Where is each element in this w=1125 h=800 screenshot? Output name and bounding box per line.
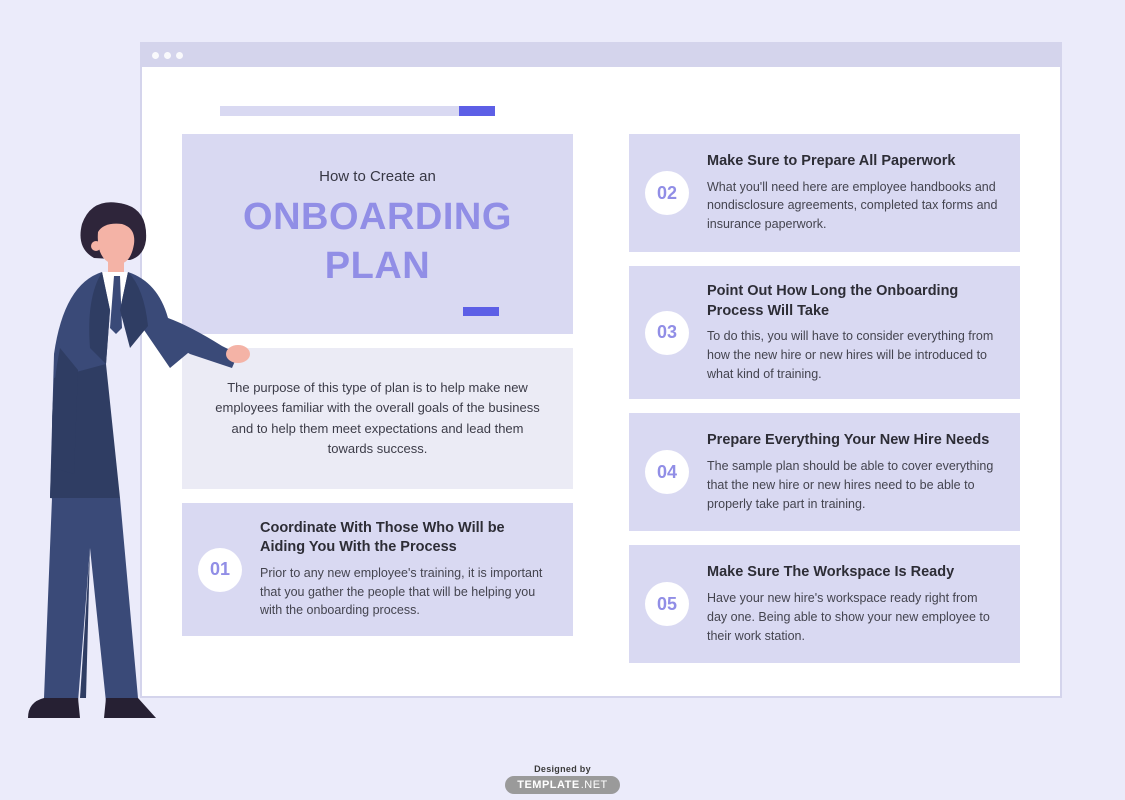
step-number: 01	[198, 548, 242, 592]
brand-name-light: .NET	[581, 779, 608, 791]
step-title: Make Sure to Prepare All Paperwork	[707, 152, 1000, 172]
brand-pill: TEMPLATE.NET	[505, 776, 620, 794]
content-area: How to Create an ONBOARDING PLAN The pur…	[182, 134, 1020, 666]
progress-bar	[220, 106, 495, 116]
step-body: Make Sure to Prepare All Paperwork What …	[707, 152, 1000, 234]
step-body: Coordinate With Those Who Will be Aiding…	[260, 519, 553, 620]
step-body: Make Sure The Workspace Is Ready Have yo…	[707, 563, 1000, 645]
step-desc: The sample plan should be able to cover …	[707, 457, 1000, 513]
step-body: Prepare Everything Your New Hire Needs T…	[707, 431, 1000, 513]
step-title: Point Out How Long the Onboarding Proces…	[707, 282, 1000, 321]
step-card-04: 04 Prepare Everything Your New Hire Need…	[629, 413, 1020, 531]
step-card-02: 02 Make Sure to Prepare All Paperwork Wh…	[629, 134, 1020, 252]
hero-accent-bar	[463, 307, 499, 316]
intro-card: The purpose of this type of plan is to h…	[182, 348, 573, 489]
progress-fill	[459, 106, 495, 116]
left-column: How to Create an ONBOARDING PLAN The pur…	[182, 134, 573, 666]
progress-track	[220, 106, 495, 116]
step-card-03: 03 Point Out How Long the Onboarding Pro…	[629, 266, 1020, 399]
window-dot-icon	[164, 52, 171, 59]
brand-name-bold: TEMPLATE	[517, 779, 579, 791]
step-number: 05	[645, 582, 689, 626]
hero-kicker: How to Create an	[202, 168, 553, 185]
step-desc: Have your new hire's workspace ready rig…	[707, 589, 1000, 645]
window-dot-icon	[176, 52, 183, 59]
step-title: Coordinate With Those Who Will be Aiding…	[260, 519, 553, 558]
step-number: 02	[645, 171, 689, 215]
step-card-01: 01 Coordinate With Those Who Will be Aid…	[182, 503, 573, 636]
step-title: Make Sure The Workspace Is Ready	[707, 563, 1000, 583]
step-title: Prepare Everything Your New Hire Needs	[707, 431, 1000, 451]
step-desc: Prior to any new employee's training, it…	[260, 564, 553, 620]
step-number: 04	[645, 450, 689, 494]
step-desc: What you'll need here are employee handb…	[707, 178, 1000, 234]
right-column: 02 Make Sure to Prepare All Paperwork Wh…	[629, 134, 1020, 666]
step-card-05: 05 Make Sure The Workspace Is Ready Have…	[629, 545, 1020, 663]
step-body: Point Out How Long the Onboarding Proces…	[707, 282, 1000, 383]
window-titlebar	[142, 44, 1060, 67]
designed-by-label: Designed by	[0, 764, 1125, 774]
step-number: 03	[645, 311, 689, 355]
hero-card: How to Create an ONBOARDING PLAN	[182, 134, 573, 334]
footer: Designed by TEMPLATE.NET	[0, 764, 1125, 794]
window-dot-icon	[152, 52, 159, 59]
hero-title: ONBOARDING PLAN	[202, 193, 553, 290]
browser-window: How to Create an ONBOARDING PLAN The pur…	[140, 42, 1062, 698]
step-desc: To do this, you will have to consider ev…	[707, 327, 1000, 383]
